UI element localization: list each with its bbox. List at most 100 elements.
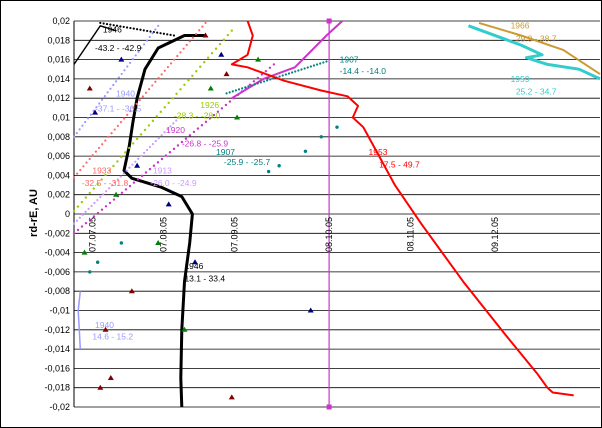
triangle-marker (207, 85, 214, 91)
series-1920-point (76, 228, 80, 232)
series-1913-point (93, 201, 96, 205)
series-1920-point (204, 120, 208, 124)
series-1907-point (306, 66, 309, 69)
series-1926-point (124, 151, 127, 154)
series-1926-point (206, 56, 210, 59)
series-1933-point (169, 62, 173, 65)
triangle-marker (134, 162, 141, 168)
series-1933-point (141, 95, 144, 98)
series-1926-point (202, 61, 206, 64)
series-1946-point (99, 21, 102, 25)
series-1946-point (169, 33, 172, 37)
series-1920-point (80, 225, 84, 228)
y-tick-label: 0,014 (47, 74, 70, 84)
series-1913-point (151, 142, 154, 146)
series-1940-point (117, 76, 120, 79)
series-1907-point (319, 135, 323, 139)
series-1913-point (84, 210, 87, 213)
series-annotation: -32.5 - -31.8 (82, 178, 129, 188)
series-1920-point (196, 127, 200, 130)
series-1920-point (256, 76, 260, 80)
series-1933-point (166, 65, 170, 69)
series-1920-point (96, 211, 100, 215)
y-tick-label: 0,008 (47, 132, 70, 142)
series-1926-point (84, 196, 88, 199)
y-tick-label: 0,016 (47, 55, 70, 65)
series-1920-point (108, 201, 112, 205)
series-1946-point (122, 25, 125, 29)
series-annotation: 13.1 - 33.4 (184, 274, 225, 284)
x-tick-label: 07.08.05 (158, 217, 168, 252)
series-1920-point (228, 100, 232, 103)
series-1933-point (185, 43, 188, 47)
x-tick-label: 08.10.05 (324, 217, 334, 252)
series-1926-point (230, 29, 233, 32)
series-1933-point (85, 161, 88, 164)
series-1946-point (125, 26, 129, 29)
series-1920-point (160, 157, 164, 161)
series-1907-point (309, 65, 312, 68)
series-annotation: -28.3 - -28.0 (174, 110, 221, 120)
series-1920-point (104, 205, 108, 208)
series-1933-point (119, 121, 123, 124)
series-1946-point (142, 29, 145, 32)
series-1907-point (312, 64, 316, 67)
y-tick-label: -0,006 (44, 267, 70, 277)
series-1926-point (112, 164, 115, 168)
series-1913-point (145, 148, 149, 152)
series-1926-point (159, 110, 162, 114)
triangle-marker (118, 56, 125, 62)
series-1933-point (101, 143, 104, 146)
series-1913-point (102, 193, 105, 196)
series-1946-point (146, 29, 149, 33)
series-1920-point (264, 69, 268, 73)
series-1913-point (96, 198, 99, 202)
y-tick-label: -0,012 (44, 325, 70, 335)
series-1933-point (204, 21, 207, 25)
series-1940-point (120, 72, 123, 76)
series-1933-point (148, 88, 151, 91)
series-1913-point (134, 160, 137, 163)
series-annotation: 1913 (153, 165, 172, 175)
series-1920-point (144, 171, 148, 174)
series-1933-point (76, 172, 79, 175)
series-1907-point (247, 85, 250, 88)
series-1933-point (191, 36, 195, 39)
series-annotation: 17.5 - 49.7 (379, 160, 420, 170)
series-annotation: 1907 (340, 54, 359, 64)
series-1933-point (195, 32, 198, 36)
series-1940-point (143, 43, 146, 46)
series-1926-point (72, 209, 76, 213)
series-1933-point (79, 168, 82, 172)
y-tick-label: -0,016 (44, 363, 70, 373)
y-tick-label: 0,018 (47, 35, 70, 45)
series-1913-point (125, 169, 128, 172)
series-1913-point (148, 145, 152, 149)
series-1940-point (89, 113, 92, 116)
series-1933-point (160, 73, 163, 76)
series-annotation: 1907 (216, 147, 235, 157)
series-annotation: -14.4 - -14.0 (340, 66, 387, 76)
series-1920-point (140, 174, 144, 178)
series-1920-point (112, 198, 116, 201)
series-annotation: 1966 (511, 21, 530, 31)
series-1907-point (303, 67, 306, 70)
series-1933-point (116, 124, 119, 127)
series-1926-point (167, 101, 170, 105)
series-1920-point (72, 232, 76, 235)
series-1940-point (84, 120, 87, 124)
series-annotation: -43.2 - -42.9 (95, 43, 142, 53)
series-1907-point (322, 61, 325, 64)
series-1946-point (132, 27, 135, 30)
series-1926-point (151, 119, 155, 123)
series-1913-point (131, 163, 134, 166)
series-1907-point (303, 149, 308, 153)
series-1933-point (94, 150, 98, 153)
series-1926-point (128, 146, 131, 150)
series-1933-point (97, 146, 101, 150)
series-1933-point (188, 40, 191, 43)
series-1913-point (143, 151, 146, 154)
series-1933-point (198, 29, 201, 32)
chart-svg: rd-rE, AU 0,02 0,018 0,016 0,014 0,012 0,01 0,… (28, 16, 601, 412)
series-1940-point (134, 54, 137, 57)
